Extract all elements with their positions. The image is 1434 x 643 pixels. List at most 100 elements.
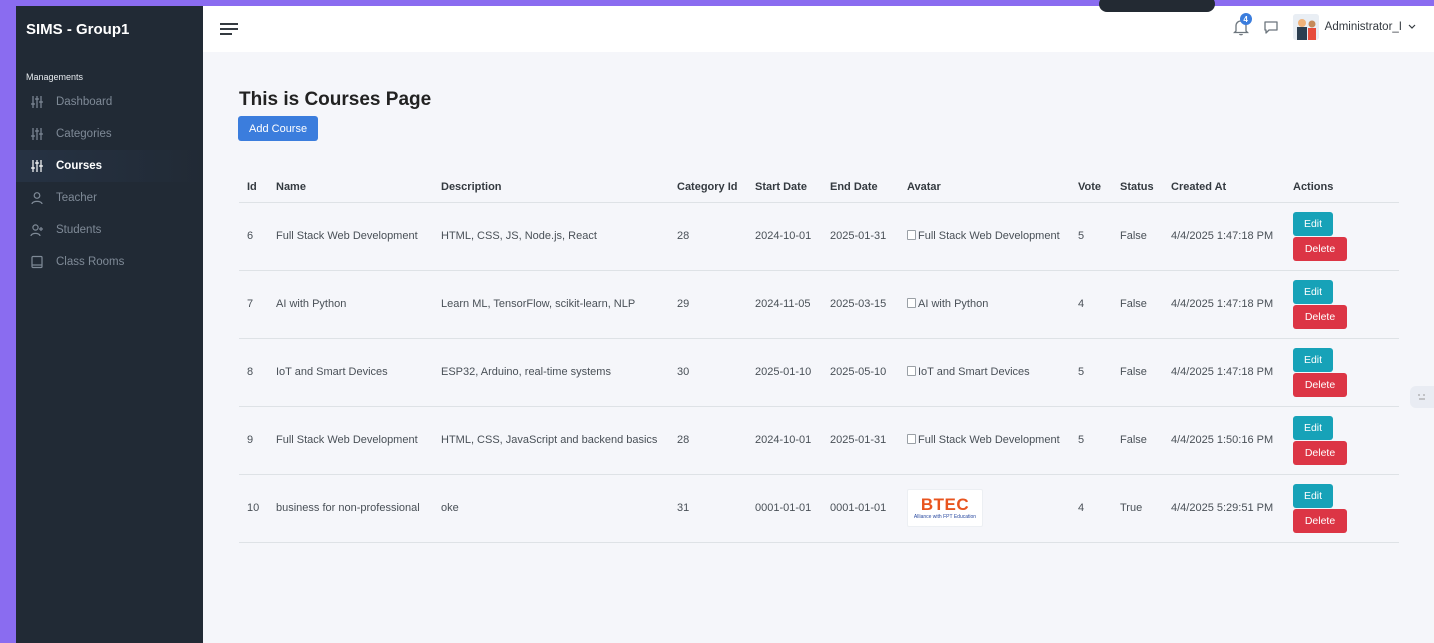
- sidebar-item-courses[interactable]: Courses: [16, 150, 203, 182]
- table-row: 8 IoT and Smart Devices ESP32, Arduino, re…: [239, 338, 1399, 407]
- sidebar-item-teacher[interactable]: Teacher: [16, 182, 203, 214]
- user-plus-icon: [30, 223, 44, 237]
- cell-category-id: 31: [669, 474, 747, 543]
- notification-badge: 4: [1239, 13, 1252, 25]
- cell-id: 9: [239, 406, 268, 475]
- side-widget-tab[interactable]: [1410, 386, 1434, 408]
- cell-id: 8: [239, 338, 268, 407]
- notifications-button[interactable]: 4: [1232, 13, 1252, 37]
- sidebar: SIMS - Group1 Managements Dashboard Categ…: [16, 6, 203, 643]
- column-header: Created At: [1163, 152, 1285, 203]
- hamburger-menu-icon[interactable]: [219, 21, 239, 37]
- avatar-alt-text: IoT and Smart Devices: [918, 366, 1030, 378]
- cell-avatar: Full Stack Web Development: [899, 406, 1070, 475]
- table-header-row: Id Name Description Category Id Start Date En…: [239, 152, 1399, 203]
- broken-image-icon: [907, 298, 916, 308]
- cell-vote: 5: [1070, 338, 1112, 407]
- sidebar-item-students[interactable]: Students: [16, 214, 203, 246]
- cell-actions: Edit Delete: [1285, 406, 1399, 475]
- cell-avatar: BTEC Alliance with FPT Education: [899, 474, 1070, 543]
- cell-description: Learn ML, TensorFlow, scikit-learn, NLP: [433, 270, 669, 339]
- table-body: 6 Full Stack Web Development HTML, CSS, JS…: [239, 202, 1399, 543]
- cell-status: False: [1112, 270, 1163, 339]
- edit-button[interactable]: Edit: [1293, 347, 1333, 372]
- sidebar-item-label: Class Rooms: [56, 256, 125, 268]
- delete-button[interactable]: Delete: [1293, 508, 1347, 533]
- cell-name: IoT and Smart Devices: [268, 338, 433, 407]
- edit-button[interactable]: Edit: [1293, 211, 1333, 236]
- user-menu[interactable]: Administrator_I: [1292, 14, 1416, 40]
- topbar-right: 4 Administrator_I: [1232, 13, 1416, 40]
- broken-image: Full Stack Web Development: [907, 228, 1062, 244]
- messages-icon[interactable]: [1263, 19, 1279, 35]
- cell-vote: 4: [1070, 474, 1112, 543]
- column-header: Description: [433, 152, 669, 203]
- cell-vote: 5: [1070, 406, 1112, 475]
- user-avatar: [1292, 14, 1319, 40]
- cell-description: HTML, CSS, JS, Node.js, React: [433, 202, 669, 271]
- cell-status: False: [1112, 338, 1163, 407]
- cell-vote: 4: [1070, 270, 1112, 339]
- sidebar-item-label: Students: [56, 224, 102, 236]
- broken-image: IoT and Smart Devices: [907, 364, 1062, 380]
- column-header: Actions: [1285, 152, 1399, 203]
- cell-start-date: 2024-10-01: [747, 406, 822, 475]
- column-header: Status: [1112, 152, 1163, 203]
- cell-created-at: 4/4/2025 1:47:18 PM: [1163, 202, 1285, 271]
- cell-end-date: 2025-05-10: [822, 338, 899, 407]
- sidebar-item-class-rooms[interactable]: Class Rooms: [16, 246, 203, 278]
- broken-image: AI with Python: [907, 296, 1062, 312]
- cell-status: True: [1112, 474, 1163, 543]
- add-course-button[interactable]: Add Course: [238, 116, 319, 141]
- cell-id: 7: [239, 270, 268, 339]
- cell-id: 6: [239, 202, 268, 271]
- broken-image-icon: [907, 366, 916, 376]
- edit-button[interactable]: Edit: [1293, 415, 1333, 440]
- table-row: 9 Full Stack Web Development HTML, CSS, Ja…: [239, 406, 1399, 475]
- sidebar-nav: Dashboard Categories Courses Teacher Student…: [16, 86, 203, 278]
- avatar-alt-text: Full Stack Web Development: [918, 230, 1060, 242]
- cell-description: oke: [433, 474, 669, 543]
- brand-title[interactable]: SIMS - Group1: [16, 6, 203, 52]
- cell-created-at: 4/4/2025 5:29:51 PM: [1163, 474, 1285, 543]
- sidebar-item-categories[interactable]: Categories: [16, 118, 203, 150]
- edit-button[interactable]: Edit: [1293, 483, 1333, 508]
- topbar: 4 Administrator_I: [203, 0, 1434, 52]
- cell-end-date: 0001-01-01: [822, 474, 899, 543]
- table-row: 6 Full Stack Web Development HTML, CSS, JS…: [239, 202, 1399, 271]
- btec-logo-image: BTEC Alliance with FPT Education: [907, 489, 983, 527]
- cell-status: False: [1112, 202, 1163, 271]
- cell-created-at: 4/4/2025 1:47:18 PM: [1163, 338, 1285, 407]
- delete-button[interactable]: Delete: [1293, 236, 1347, 261]
- cell-start-date: 0001-01-01: [747, 474, 822, 543]
- delete-button[interactable]: Delete: [1293, 440, 1347, 465]
- sliders-icon: [30, 159, 44, 173]
- sidebar-item-dashboard[interactable]: Dashboard: [16, 86, 203, 118]
- cell-avatar: IoT and Smart Devices: [899, 338, 1070, 407]
- cell-avatar: AI with Python: [899, 270, 1070, 339]
- cell-description: ESP32, Arduino, real-time systems: [433, 338, 669, 407]
- edit-button[interactable]: Edit: [1293, 279, 1333, 304]
- user-name: Administrator_I: [1324, 21, 1402, 33]
- column-header: Vote: [1070, 152, 1112, 203]
- cell-category-id: 30: [669, 338, 747, 407]
- delete-button[interactable]: Delete: [1293, 372, 1347, 397]
- column-header: Category Id: [669, 152, 747, 203]
- cell-start-date: 2024-10-01: [747, 202, 822, 271]
- broken-image: Full Stack Web Development: [907, 432, 1062, 448]
- cell-actions: Edit Delete: [1285, 474, 1399, 543]
- cell-vote: 5: [1070, 202, 1112, 271]
- avatar-alt-text: AI with Python: [918, 298, 989, 310]
- user-icon: [30, 191, 44, 205]
- column-header: End Date: [822, 152, 899, 203]
- cell-category-id: 28: [669, 202, 747, 271]
- column-header: Name: [268, 152, 433, 203]
- cell-end-date: 2025-01-31: [822, 406, 899, 475]
- cell-avatar: Full Stack Web Development: [899, 202, 1070, 271]
- delete-button[interactable]: Delete: [1293, 304, 1347, 329]
- cell-id: 10: [239, 474, 268, 543]
- broken-image-icon: [907, 434, 916, 444]
- cell-category-id: 29: [669, 270, 747, 339]
- sidebar-section-label: Managements: [26, 72, 84, 82]
- page-title: This is Courses Page: [239, 89, 432, 110]
